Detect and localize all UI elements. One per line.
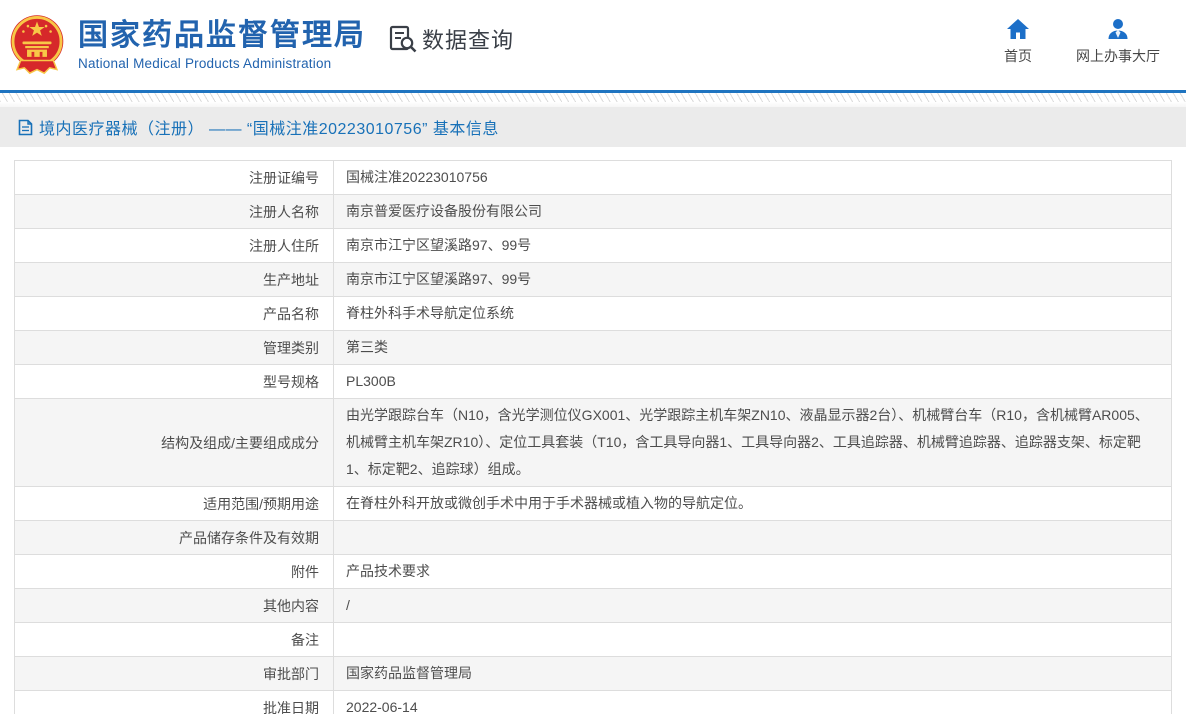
- document-search-icon: [388, 24, 418, 54]
- row-label: 产品储存条件及有效期: [15, 521, 334, 554]
- row-label: 注册人名称: [15, 195, 334, 228]
- row-label: 备注: [15, 623, 334, 656]
- row-value: 产品技术要求: [334, 555, 1171, 588]
- national-emblem-icon: [8, 13, 66, 79]
- row-label: 结构及组成/主要组成成分: [15, 399, 334, 486]
- row-value: 2022-06-14: [334, 691, 1171, 714]
- row-value: 南京市江宁区望溪路97、99号: [334, 229, 1171, 262]
- device-info-table: 注册证编号 国械注准20223010756 注册人名称 南京普爱医疗设备股份有限…: [14, 160, 1172, 714]
- row-label: 适用范围/预期用途: [15, 487, 334, 520]
- row-label: 产品名称: [15, 297, 334, 330]
- row-label: 注册人住所: [15, 229, 334, 262]
- table-row-attachment: 附件 产品技术要求: [15, 555, 1171, 589]
- document-icon: [18, 119, 33, 136]
- row-label: 注册证编号: [15, 161, 334, 194]
- table-row-registrant-address: 注册人住所 南京市江宁区望溪路97、99号: [15, 229, 1171, 263]
- table-row-model-spec: 型号规格 PL300B: [15, 365, 1171, 399]
- table-row-storage-validity: 产品储存条件及有效期: [15, 521, 1171, 555]
- row-value: 南京普爱医疗设备股份有限公司: [334, 195, 1171, 228]
- user-icon: [1106, 18, 1130, 40]
- nav-label-service-hall: 网上办事大厅: [1076, 46, 1160, 66]
- site-title-en: National Medical Products Administration: [78, 56, 366, 71]
- table-row-approval-date: 批准日期 2022-06-14: [15, 691, 1171, 714]
- row-label: 批准日期: [15, 691, 334, 714]
- row-value: [334, 623, 1171, 656]
- row-value: 第三类: [334, 331, 1171, 364]
- home-icon: [1006, 18, 1030, 40]
- row-value: 脊柱外科手术导航定位系统: [334, 297, 1171, 330]
- site-logo[interactable]: 国家药品监督管理局 National Medical Products Admi…: [8, 11, 366, 79]
- hatch-stripe: [0, 93, 1186, 102]
- row-label: 管理类别: [15, 331, 334, 364]
- row-value: [334, 521, 1171, 554]
- table-row-management-category: 管理类别 第三类: [15, 331, 1171, 365]
- nav-label-home: 首页: [1004, 46, 1032, 66]
- data-query-label: 数据查询: [422, 23, 514, 55]
- table-row-production-address: 生产地址 南京市江宁区望溪路97、99号: [15, 263, 1171, 297]
- row-label: 型号规格: [15, 365, 334, 398]
- row-label: 其他内容: [15, 589, 334, 622]
- site-header: 国家药品监督管理局 National Medical Products Admi…: [0, 0, 1186, 90]
- row-label: 附件: [15, 555, 334, 588]
- site-title-cn: 国家药品监督管理局: [78, 19, 366, 53]
- table-row-intended-use: 适用范围/预期用途 在脊柱外科开放或微创手术中用于手术器械或植入物的导航定位。: [15, 487, 1171, 521]
- header-nav: 首页 网上办事大厅: [1004, 18, 1160, 66]
- table-row-product-name: 产品名称 脊柱外科手术导航定位系统: [15, 297, 1171, 331]
- table-row-remarks: 备注: [15, 623, 1171, 657]
- table-row-other-content: 其他内容 /: [15, 589, 1171, 623]
- data-query-link[interactable]: 数据查询: [388, 23, 514, 55]
- row-value: 国械注准20223010756: [334, 161, 1171, 194]
- row-value: 国家药品监督管理局: [334, 657, 1171, 690]
- table-row-registrant-name: 注册人名称 南京普爱医疗设备股份有限公司: [15, 195, 1171, 229]
- row-value: 由光学跟踪台车（N10，含光学测位仪GX001、光学跟踪主机车架ZN10、液晶显…: [334, 399, 1171, 486]
- row-value: PL300B: [334, 365, 1171, 398]
- table-row-structure-composition: 结构及组成/主要组成成分 由光学跟踪台车（N10，含光学测位仪GX001、光学跟…: [15, 399, 1171, 487]
- breadcrumb-bar: 境内医疗器械（注册） —— “国械注准20223010756” 基本信息: [0, 107, 1186, 147]
- table-row-registration-number: 注册证编号 国械注准20223010756: [15, 161, 1171, 195]
- row-value: /: [334, 589, 1171, 622]
- nav-item-service-hall[interactable]: 网上办事大厅: [1076, 18, 1160, 66]
- nav-item-home[interactable]: 首页: [1004, 18, 1032, 66]
- row-label: 审批部门: [15, 657, 334, 690]
- page-title: 境内医疗器械（注册） —— “国械注准20223010756” 基本信息: [39, 115, 499, 139]
- table-row-approval-department: 审批部门 国家药品监督管理局: [15, 657, 1171, 691]
- site-title-block: 国家药品监督管理局 National Medical Products Admi…: [78, 19, 366, 71]
- row-value: 南京市江宁区望溪路97、99号: [334, 263, 1171, 296]
- row-label: 生产地址: [15, 263, 334, 296]
- row-value: 在脊柱外科开放或微创手术中用于手术器械或植入物的导航定位。: [334, 487, 1171, 520]
